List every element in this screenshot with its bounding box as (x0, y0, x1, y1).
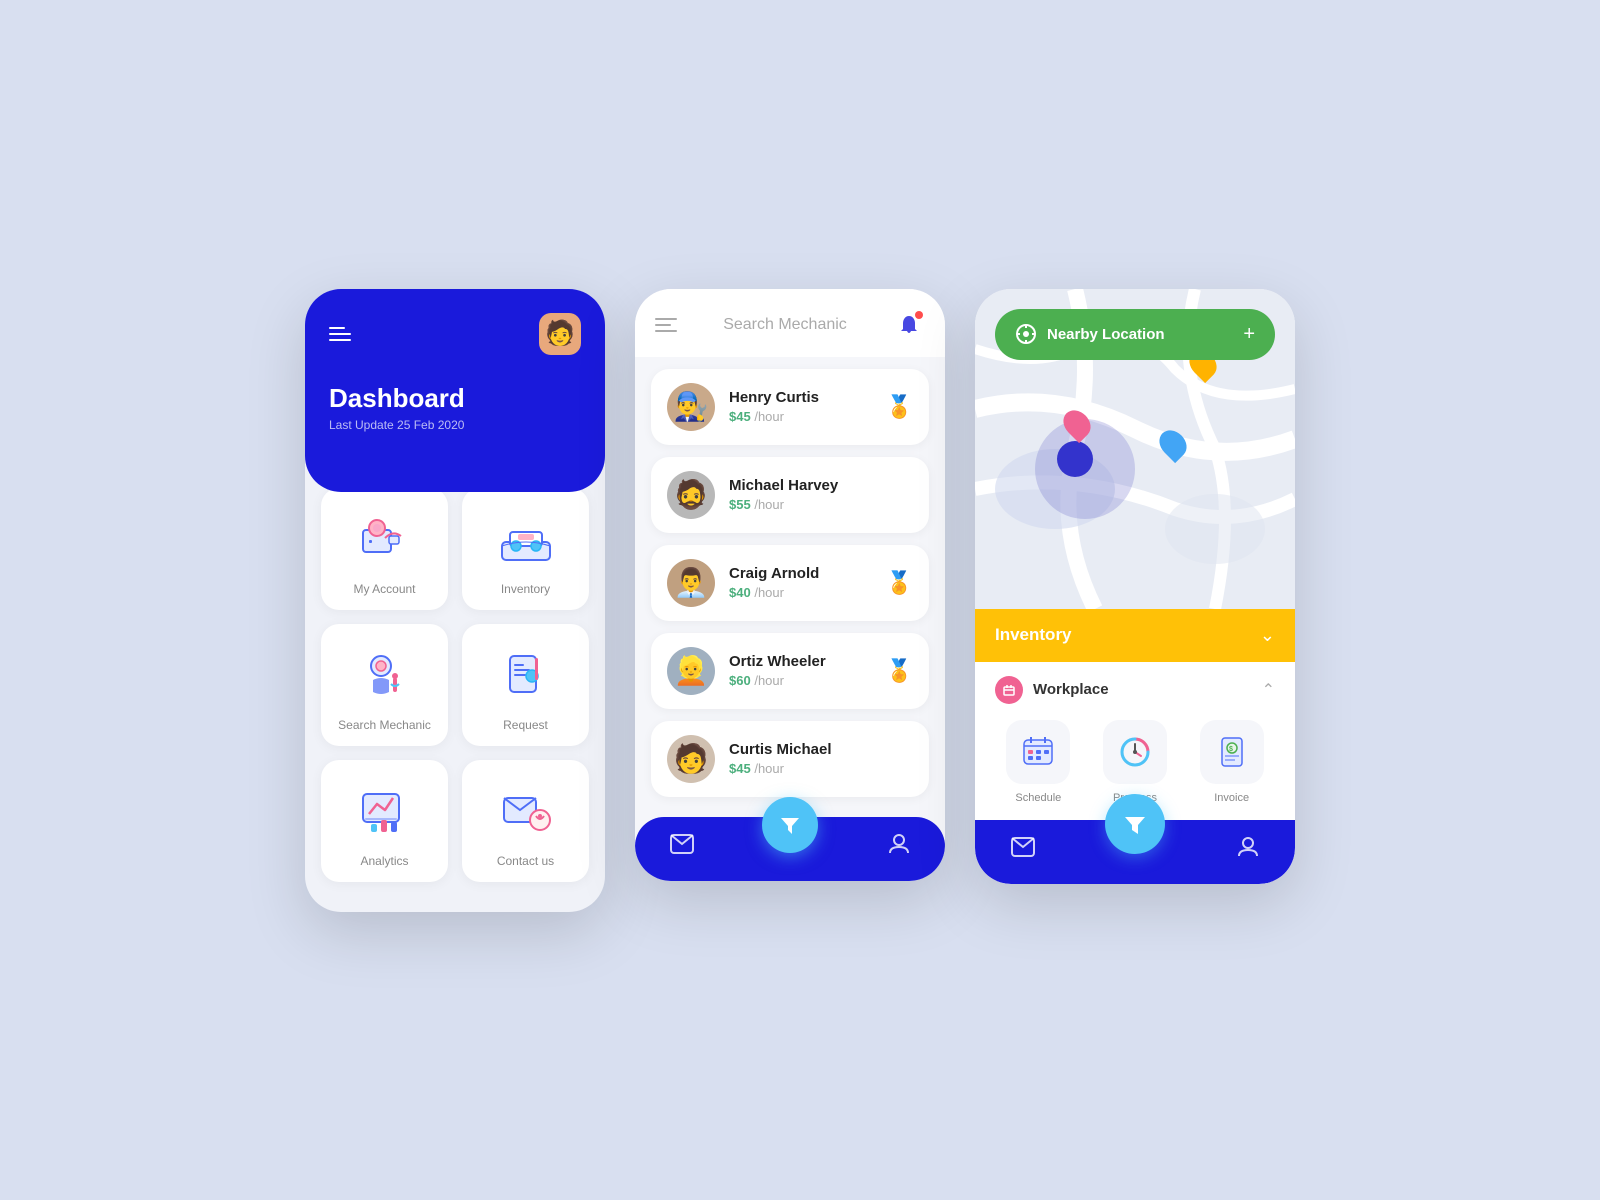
inventory-panel[interactable]: Inventory ⌄ (975, 609, 1295, 662)
workplace-icons: Schedule Progress (995, 720, 1275, 804)
contact-icon (494, 780, 558, 844)
menu-grid-top: My Account Inventory (321, 488, 589, 610)
mechanic-price: $45 /hour (729, 761, 913, 776)
workplace-header: Workplace ⌃ (995, 676, 1275, 704)
badge-icon: 🏅 (886, 394, 913, 420)
menu-item-analytics[interactable]: Analytics (321, 760, 448, 882)
inventory-icon (494, 508, 558, 572)
avatar[interactable]: 🧑 (539, 313, 581, 355)
filter-fab-map[interactable] (1105, 794, 1165, 854)
mechanic-list: 👨‍🔧 Henry Curtis $45 /hour 🏅 🧔 Micha (635, 357, 945, 809)
badge-icon: 🏅 (886, 570, 913, 596)
mechanic-card-henry[interactable]: 👨‍🔧 Henry Curtis $45 /hour 🏅 (651, 369, 929, 445)
schedule-icon-box (1006, 720, 1070, 784)
filter-fab[interactable] (762, 797, 818, 853)
menu-item-inventory[interactable]: Inventory (462, 488, 589, 610)
mechanic-avatar: 🧑 (667, 735, 715, 783)
map-screen: Nearby Location + Inventory ⌄ (975, 289, 1295, 884)
nearby-label: Nearby Location (1047, 326, 1165, 343)
search-label: Search Mechanic (338, 718, 431, 732)
inventory-panel-title: Inventory (995, 625, 1072, 645)
mechanic-card-curtis[interactable]: 🧑 Curtis Michael $45 /hour (651, 721, 929, 797)
menu-grid-bot: Analytics Contact us (321, 760, 589, 882)
analytics-label: Analytics (360, 854, 408, 868)
search-header: Search Mechanic (635, 289, 945, 357)
search-screen: Search Mechanic 👨‍🔧 Henry Curtis $45 (635, 289, 945, 881)
mechanic-price: $40 /hour (729, 585, 872, 600)
nav-mail-map[interactable] (1011, 837, 1035, 863)
mechanic-price: $55 /hour (729, 497, 913, 512)
inventory-chevron[interactable]: ⌄ (1260, 625, 1275, 646)
mechanic-info: Curtis Michael $45 /hour (729, 741, 913, 776)
map-bottom-nav (975, 820, 1295, 884)
dashboard-body: My Account Inventory (305, 472, 605, 912)
mechanic-avatar: 👱 (667, 647, 715, 695)
mechanic-avatar: 🧔 (667, 471, 715, 519)
inventory-label: Inventory (501, 582, 550, 596)
mechanic-name: Curtis Michael (729, 741, 913, 758)
map-dot (1057, 441, 1093, 477)
nav-user[interactable] (888, 833, 910, 861)
mechanic-card-craig[interactable]: 👨‍💼 Craig Arnold $40 /hour 🏅 (651, 545, 929, 621)
mechanic-info: Craig Arnold $40 /hour (729, 565, 872, 600)
nav-mail[interactable] (670, 834, 694, 860)
analytics-icon (353, 780, 417, 844)
menu-item-request[interactable]: Request (462, 624, 589, 746)
nav-user-map[interactable] (1237, 836, 1259, 864)
account-label: My Account (353, 582, 415, 596)
dashboard-header: 🧑 Dashboard Last Update 25 Feb 2020 (305, 289, 605, 492)
request-icon (494, 644, 558, 708)
hamburger-search[interactable] (655, 318, 677, 332)
dashboard-title: Dashboard (329, 383, 581, 414)
mechanic-price: $45 /hour (729, 409, 872, 424)
workplace-dot (995, 676, 1023, 704)
progress-icon-box (1103, 720, 1167, 784)
mechanic-info: Henry Curtis $45 /hour (729, 389, 872, 424)
map-area: Nearby Location + (975, 289, 1295, 609)
mechanic-price: $60 /hour (729, 673, 872, 688)
menu-item-account[interactable]: My Account (321, 488, 448, 610)
menu-grid-mid: Search Mechanic Request (321, 624, 589, 746)
mechanic-avatar: 👨‍🔧 (667, 383, 715, 431)
mechanic-name: Ortiz Wheeler (729, 653, 872, 670)
workplace-title: Workplace (1033, 681, 1109, 698)
contact-label: Contact us (497, 854, 554, 868)
schedule-label: Schedule (1015, 792, 1061, 804)
mechanic-name: Michael Harvey (729, 477, 913, 494)
badge-icon: 🏅 (886, 658, 913, 684)
bottom-nav-search (635, 817, 945, 881)
workplace-chevron[interactable]: ⌃ (1262, 680, 1275, 700)
workplace-item-invoice[interactable]: $ Invoice (1200, 720, 1264, 804)
search-mechanic-icon (353, 644, 417, 708)
nearby-location-button[interactable]: Nearby Location + (995, 309, 1275, 360)
dashboard-screen: 🧑 Dashboard Last Update 25 Feb 2020 (305, 289, 605, 912)
request-label: Request (503, 718, 548, 732)
invoice-icon-box: $ (1200, 720, 1264, 784)
search-screen-title: Search Mechanic (723, 316, 847, 334)
notification-bell[interactable] (893, 309, 925, 341)
workplace-left: Workplace (995, 676, 1109, 704)
menu-item-search[interactable]: Search Mechanic (321, 624, 448, 746)
mechanic-avatar: 👨‍💼 (667, 559, 715, 607)
svg-text:$: $ (1229, 746, 1233, 753)
account-icon (353, 508, 417, 572)
notification-dot (915, 311, 923, 319)
mechanic-name: Craig Arnold (729, 565, 872, 582)
dashboard-subtitle: Last Update 25 Feb 2020 (329, 418, 581, 432)
nearby-plus[interactable]: + (1243, 323, 1255, 346)
mechanic-info: Ortiz Wheeler $60 /hour (729, 653, 872, 688)
screens-container: 🧑 Dashboard Last Update 25 Feb 2020 (305, 289, 1295, 912)
mechanic-card-ortiz[interactable]: 👱 Ortiz Wheeler $60 /hour 🏅 (651, 633, 929, 709)
mechanic-card-michael[interactable]: 🧔 Michael Harvey $55 /hour (651, 457, 929, 533)
mechanic-name: Henry Curtis (729, 389, 872, 406)
invoice-label: Invoice (1214, 792, 1249, 804)
menu-item-contact[interactable]: Contact us (462, 760, 589, 882)
workplace-item-progress[interactable]: Progress (1103, 720, 1167, 804)
header-top: 🧑 (329, 313, 581, 355)
menu-button[interactable] (329, 323, 351, 345)
workplace-item-schedule[interactable]: Schedule (1006, 720, 1070, 804)
mechanic-info: Michael Harvey $55 /hour (729, 477, 913, 512)
